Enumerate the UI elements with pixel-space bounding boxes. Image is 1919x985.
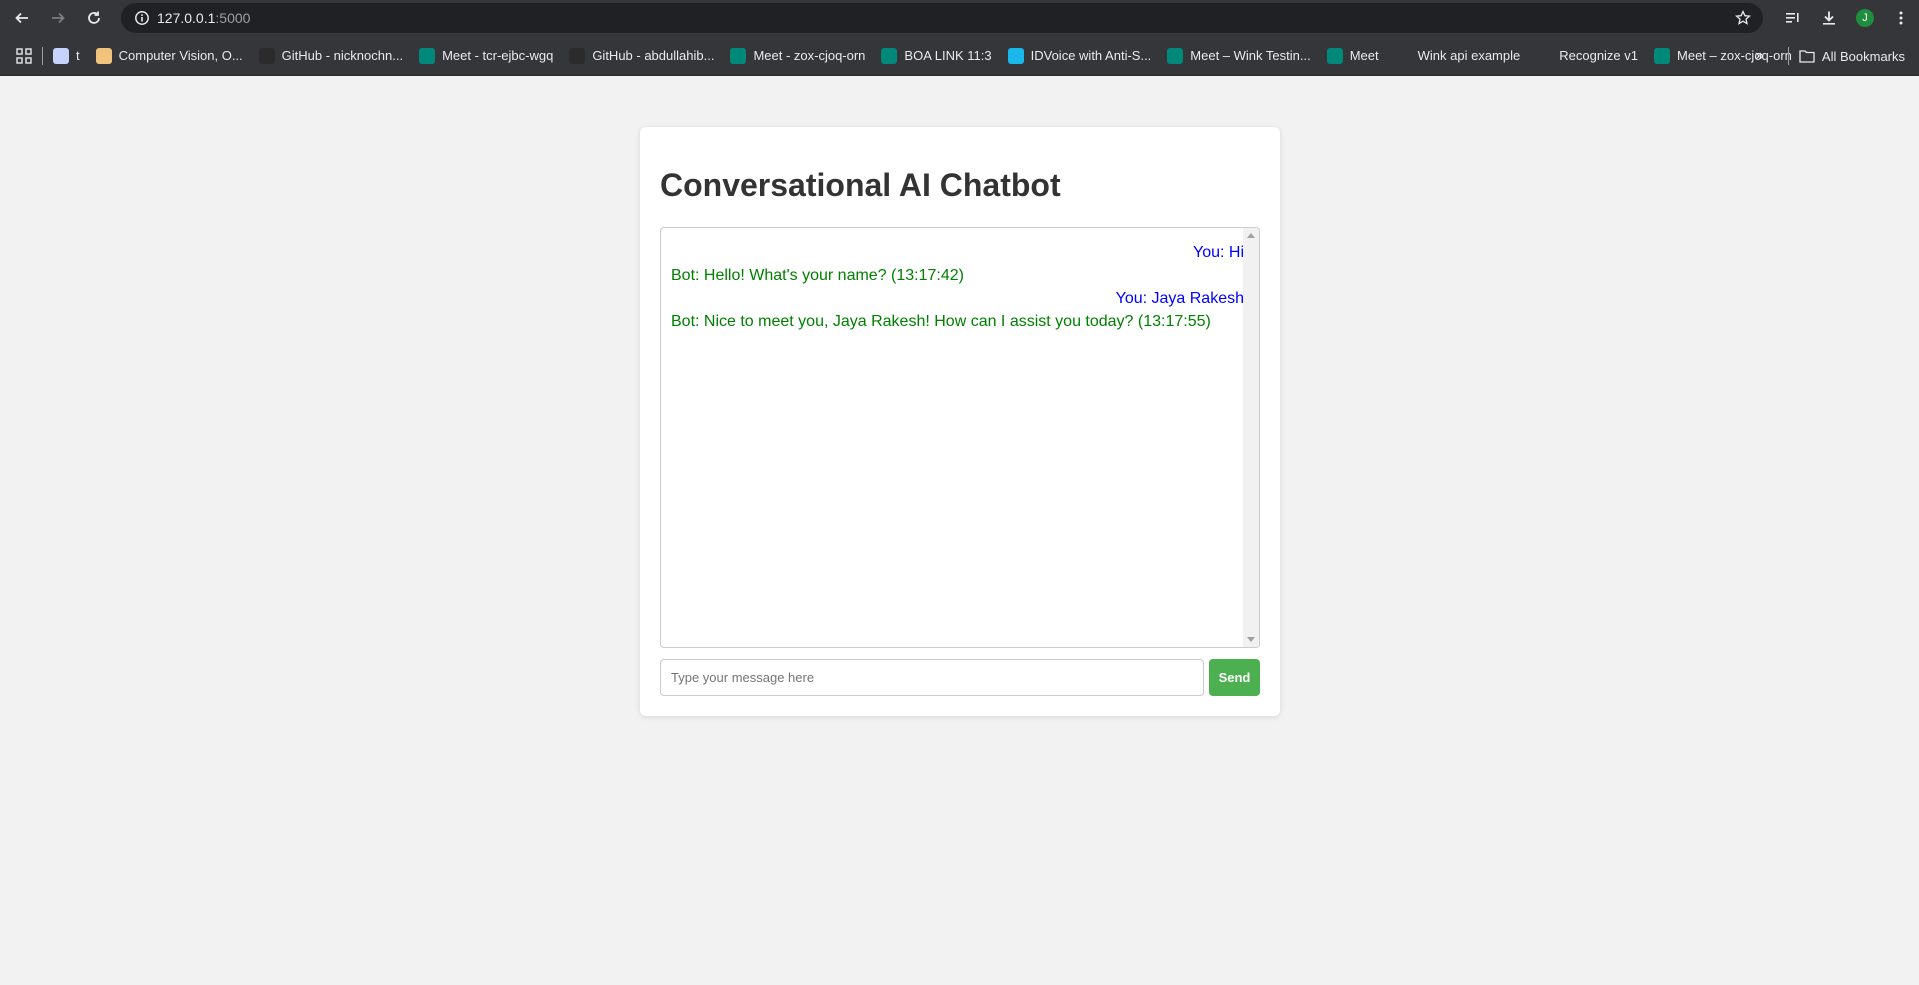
address-bar[interactable]: 127.0.0.1:5000 bbox=[121, 3, 1763, 33]
bookmark-item[interactable]: Recognize v1 bbox=[1536, 47, 1639, 64]
url-host: 127.0.0.1 bbox=[157, 10, 216, 26]
bot-message: Bot: Hello! What's your name? (13:17:42) bbox=[671, 267, 964, 284]
downloads-icon[interactable] bbox=[1811, 0, 1847, 36]
page-favicon-icon bbox=[95, 47, 112, 64]
bookmark-label: Meet - tcr-ejbc-wgq bbox=[442, 48, 554, 63]
bookmark-item[interactable]: GitHub - abdullahib... bbox=[569, 47, 715, 64]
message-input[interactable] bbox=[660, 659, 1204, 696]
scroll-up-arrow-icon[interactable] bbox=[1247, 233, 1255, 238]
reload-icon bbox=[88, 11, 100, 24]
user-message: You: Hi bbox=[1193, 244, 1244, 261]
site-info-icon[interactable] bbox=[127, 10, 157, 26]
page-title: Conversational AI Chatbot bbox=[660, 167, 1061, 203]
url-text: 127.0.0.1:5000 bbox=[157, 10, 250, 26]
apps-grid-icon[interactable] bbox=[16, 47, 32, 64]
bookmark-item[interactable]: Meet - zox-cjoq-orn bbox=[730, 47, 866, 64]
bookmark-label: Meet - zox-cjoq-orn bbox=[753, 48, 866, 63]
bookmark-label: Computer Vision, O... bbox=[118, 48, 243, 63]
github-icon bbox=[258, 47, 275, 64]
bookmark-label: IDVoice with Anti-S... bbox=[1030, 48, 1152, 63]
scroll-down-arrow-icon[interactable] bbox=[1247, 637, 1255, 642]
more-bookmarks-chevron-icon[interactable]: » bbox=[1755, 47, 1764, 65]
github-icon bbox=[569, 47, 586, 64]
bookmark-star-icon[interactable] bbox=[1734, 9, 1752, 31]
bookmark-label: t bbox=[76, 48, 80, 63]
browser-menu-icon[interactable] bbox=[1883, 0, 1919, 36]
bookmarks-bar: t Computer Vision, O... GitHub - nicknochn… bbox=[0, 36, 1919, 76]
send-button[interactable]: Send bbox=[1209, 659, 1260, 696]
bookmark-item[interactable]: Computer Vision, O... bbox=[95, 47, 243, 64]
url-port: :5000 bbox=[215, 10, 251, 26]
bookmark-label: Meet bbox=[1349, 48, 1379, 63]
bookmark-label: GitHub - nicknochn... bbox=[281, 48, 404, 63]
all-bookmarks-link[interactable]: All Bookmarks bbox=[1822, 49, 1905, 64]
bookmark-label: Meet – Wink Testin... bbox=[1190, 48, 1311, 63]
bookmark-item[interactable]: Meet bbox=[1326, 47, 1379, 64]
meet-icon bbox=[1326, 47, 1343, 64]
bookmarks-separator bbox=[1787, 47, 1789, 65]
bookmark-item[interactable]: IDVoice with Anti-S... bbox=[1007, 47, 1152, 64]
bookmarks-separator bbox=[42, 46, 43, 65]
avatar: J bbox=[1856, 9, 1874, 27]
bookmark-item[interactable]: t bbox=[53, 47, 80, 64]
profile-button[interactable]: J bbox=[1847, 0, 1883, 36]
bookmark-item[interactable]: Meet – Wink Testin... bbox=[1167, 47, 1311, 64]
forward-arrow-icon bbox=[52, 12, 65, 24]
message-list: You: Hi Bot: Hello! What's your name? (13… bbox=[671, 241, 1244, 333]
vimeo-icon bbox=[1007, 47, 1024, 64]
bot-message: Bot: Nice to meet you, Jaya Rakesh! How … bbox=[671, 313, 1211, 330]
reload-button[interactable] bbox=[80, 4, 108, 32]
bookmark-item[interactable]: BOA LINK 11:3 bbox=[881, 47, 992, 64]
back-button[interactable] bbox=[8, 4, 36, 32]
bookmark-item[interactable]: Meet - tcr-ejbc-wgq bbox=[419, 47, 554, 64]
meet-icon bbox=[881, 47, 898, 64]
bookmark-label: Wink api example bbox=[1417, 48, 1521, 63]
bookmark-label: BOA LINK 11:3 bbox=[904, 48, 992, 63]
meet-icon bbox=[1654, 47, 1671, 64]
user-message: You: Jaya Rakesh bbox=[1115, 290, 1244, 307]
chat-log[interactable]: You: Hi Bot: Hello! What's your name? (13… bbox=[660, 227, 1260, 648]
folder-icon bbox=[1799, 50, 1815, 63]
forward-button[interactable] bbox=[44, 4, 72, 32]
bookmark-list: t Computer Vision, O... GitHub - nicknochn… bbox=[53, 47, 1808, 64]
bookmark-item[interactable]: GitHub - nicknochn... bbox=[258, 47, 404, 64]
chat-scrollbar[interactable] bbox=[1243, 228, 1259, 647]
back-arrow-icon bbox=[15, 12, 28, 24]
media-controls-icon[interactable] bbox=[1775, 0, 1811, 36]
browser-toolbar: 127.0.0.1:5000 J bbox=[0, 0, 1919, 36]
meet-icon bbox=[419, 47, 436, 64]
page-favicon-icon bbox=[53, 47, 69, 64]
react-icon bbox=[1394, 47, 1411, 64]
bookmark-label: GitHub - abdullahib... bbox=[592, 48, 715, 63]
meet-icon bbox=[730, 47, 747, 64]
bookmark-label: Recognize v1 bbox=[1559, 48, 1639, 63]
globe-icon bbox=[1536, 47, 1553, 64]
chat-container: Conversational AI Chatbot You: Hi Bot: He… bbox=[640, 127, 1280, 716]
meet-icon bbox=[1167, 47, 1184, 64]
bookmark-item[interactable]: Wink api example bbox=[1394, 47, 1521, 64]
